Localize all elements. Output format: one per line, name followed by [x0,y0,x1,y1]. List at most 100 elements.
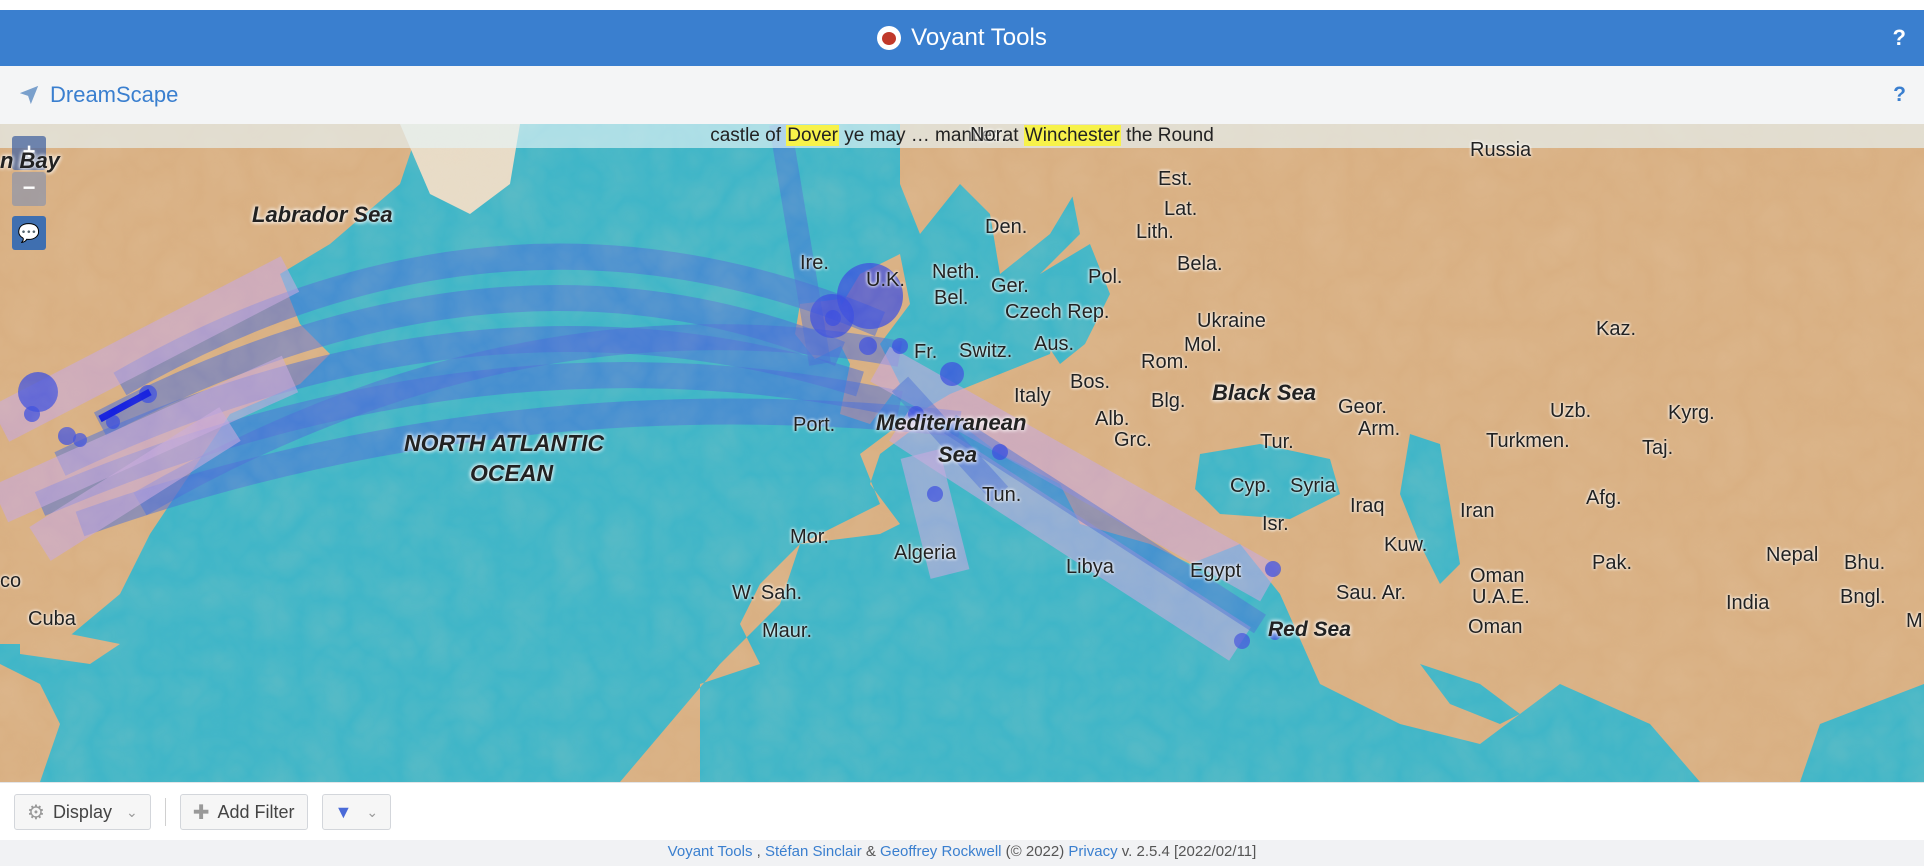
location-arrow-icon [19,85,39,105]
map-label: Taj. [1642,437,1674,459]
add-filter-button[interactable]: ✚ Add Filter [179,794,308,830]
map-label: Bel. [934,287,969,309]
map-label: Nepal [1766,544,1819,566]
map-label: OCEAN [470,460,554,486]
map-label: Alb. [1095,408,1130,430]
footer-text: (© 2022) [1001,843,1069,860]
map-label: Port. [793,414,836,436]
map-label: Bhu. [1844,552,1886,574]
comment-icon[interactable]: 💬 [12,216,46,250]
caption-highlight: Dover [786,125,839,146]
map-label: Bngl. [1840,586,1886,608]
map-label: Pak. [1592,552,1633,574]
funnel-icon: ▼ [334,801,353,822]
help-icon[interactable]: ? [1893,25,1906,51]
map-label: NORTH ATLANTIC [404,430,605,456]
map-label: Lith. [1136,221,1174,243]
footer-text: , [752,843,765,860]
map-label: Afg. [1586,487,1622,509]
map-label: Egypt [1190,560,1242,582]
zoom-out-button[interactable]: − [12,172,46,206]
map-label: Algeria [894,542,957,564]
chevron-down-icon: ⌄ [125,803,138,820]
map-label: Tun. [982,484,1022,506]
map-label: Mol. [1184,334,1222,356]
footer-version: v. 2.5.4 [2022/02/11] [1117,843,1257,860]
panel-title: DreamScape [50,82,179,107]
map-label: Sau. Ar. [1336,582,1407,604]
app-title-group: Voyant Tools [877,24,1047,52]
map-label: Iran [1460,500,1495,522]
app-title: Voyant Tools [911,24,1047,51]
map-label: Pol. [1088,266,1123,288]
display-button[interactable]: ⚙ Display ⌄ [14,794,151,830]
map-label: Libya [1066,556,1114,578]
bottom-toolbar: ⚙ Display ⌄ ✚ Add Filter ▼ ⌄ [0,782,1924,841]
map-label: Black Sea [1212,380,1316,405]
map-label: Arm. [1358,418,1401,440]
map-label: Fr. [914,341,938,363]
map-label: Sea [938,442,978,467]
filter-menu-button[interactable]: ▼ ⌄ [321,794,392,830]
map-label: Mediterranean [876,410,1027,435]
voyant-link[interactable]: Voyant Tools [668,843,753,860]
map-label: Switz. [959,340,1013,362]
rockwell-link[interactable]: Geoffrey Rockwell [880,843,1001,860]
footer: Voyant Tools , Stéfan Sinclair & Geoffre… [0,840,1924,866]
toolbar-separator [164,798,166,826]
map-label: Iraq [1350,495,1385,517]
map-label: Syria [1290,475,1336,497]
map-label: Bela. [1177,253,1223,275]
sinclair-link[interactable]: Stéfan Sinclair [765,843,862,860]
footer-text: & [861,843,881,860]
map-label: co [0,570,22,592]
map-label: Labrador Sea [252,202,393,227]
caption-text: the Round [1120,125,1214,146]
map-label: U.K. [866,269,905,291]
map-caption: castle of Dover ye may … mantle: at Winc… [0,124,1924,148]
map-label: Aus. [1034,333,1075,355]
map-label: W. Sah. [732,582,803,604]
chevron-down-icon: ⌄ [366,803,379,820]
map-label: Czech Rep. [1005,301,1110,323]
map-label: Tur. [1260,431,1294,453]
dreamscape-map[interactable]: castle of Dover ye may … mantle: at Winc… [0,124,1924,782]
map-label: Cyp. [1230,475,1272,497]
map-label: M [1906,610,1923,632]
map-label: Bos. [1070,371,1111,393]
map-label: Geor. [1338,396,1387,418]
map-label: Lat. [1164,198,1198,220]
map-label: Cuba [28,608,76,630]
map-label: Red Sea [1268,618,1351,641]
gear-icon: ⚙ [27,801,45,824]
map-label: Russia [1470,139,1532,161]
map-label: Mor. [790,526,829,548]
display-label: Display [52,801,112,822]
map-label: India [1726,592,1770,614]
map-label: Ire. [800,252,829,274]
app-header: Voyant Tools ? [0,10,1924,66]
caption-highlight: Winchester [1023,125,1121,146]
map-label: Blg. [1151,390,1186,412]
panel-help-icon[interactable]: ? [1893,83,1906,107]
panel-header: DreamScape ? [0,66,1924,125]
map-label: Oman [1470,565,1525,587]
add-filter-label: Add Filter [217,801,295,822]
map-label: Kaz. [1596,318,1637,340]
map-label: Turkmen. [1486,430,1570,452]
map-label: Isr. [1262,513,1289,535]
map-label: Ger. [991,275,1029,297]
map-label: Grc. [1114,429,1152,451]
map-label: Maur. [762,620,813,642]
map-label: Neth. [932,261,980,283]
map-label: Nor. [970,124,1007,146]
map-label: Kuw. [1384,534,1428,556]
voyant-logo-icon [877,26,902,50]
caption-text: castle of [710,125,787,146]
map-label: Oman [1468,616,1523,638]
map-label: Ukraine [1197,310,1266,332]
map-label: Den. [985,216,1028,238]
plus-icon: ✚ [192,801,210,824]
map-label: Kyrg. [1668,402,1715,424]
privacy-link[interactable]: Privacy [1068,843,1117,860]
